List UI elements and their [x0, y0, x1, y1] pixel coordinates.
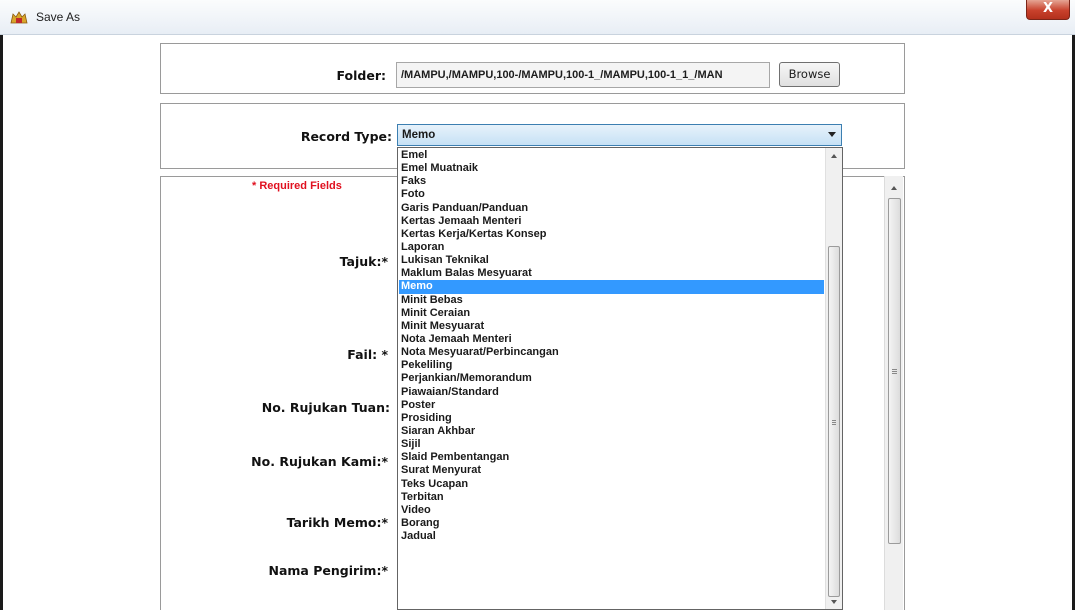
field-label-rujukan-kami: No. Rujukan Kami:*	[251, 454, 388, 469]
dropdown-option[interactable]: Surat Menyurat	[399, 464, 824, 477]
dropdown-option[interactable]: Piawaian/Standard	[399, 386, 824, 399]
dropdown-option[interactable]: Laporan	[399, 241, 824, 254]
dropdown-option[interactable]: Maklum Balas Mesyuarat	[399, 267, 824, 280]
dropdown-option[interactable]: Minit Ceraian	[399, 307, 824, 320]
dropdown-option[interactable]: Kertas Jemaah Menteri	[399, 215, 824, 228]
field-label-nama-pengirim: Nama Pengirim:*	[268, 563, 389, 578]
dropdown-option[interactable]: Borang	[399, 517, 824, 530]
record-type-label: Record Type:	[300, 129, 392, 144]
crest-icon	[10, 11, 28, 24]
field-label-fail: Fail: *	[347, 347, 388, 362]
required-fields-note: * Required Fields	[252, 180, 342, 192]
dropdown-list: Emel Emel Muatnaik Faks Foto Garis Panduan/P…	[399, 149, 824, 543]
scroll-up-icon[interactable]	[831, 154, 837, 158]
field-label-tajuk: Tajuk:*	[339, 254, 388, 269]
dropdown-option[interactable]: Nota Mesyuarat/Perbincangan	[399, 346, 824, 359]
window-title: Save As	[36, 10, 81, 24]
scrollbar-thumb[interactable]	[828, 246, 840, 597]
dropdown-option[interactable]: Nota Jemaah Menteri	[399, 333, 824, 346]
record-type-select[interactable]: Memo	[397, 124, 842, 146]
dropdown-option[interactable]: Faks	[399, 175, 824, 188]
record-type-dropdown[interactable]: Emel Emel Muatnaik Faks Foto Garis Panduan/P…	[397, 147, 843, 610]
form-scrollbar[interactable]	[884, 176, 903, 610]
dropdown-option[interactable]: Terbitan	[399, 491, 824, 504]
dropdown-option[interactable]: Memo	[399, 280, 824, 294]
dropdown-option[interactable]: Siaran Akhbar	[399, 425, 824, 438]
dropdown-option[interactable]: Lukisan Teknikal	[399, 254, 824, 267]
dropdown-option[interactable]: Pekeliling	[399, 359, 824, 372]
field-label-rujukan-tuan: No. Rujukan Tuan:	[261, 400, 390, 415]
dropdown-option[interactable]: Sijil	[399, 438, 824, 451]
dropdown-option[interactable]: Prosiding	[399, 412, 824, 425]
scrollbar-thumb[interactable]	[888, 198, 901, 544]
dropdown-option[interactable]: Emel	[399, 149, 824, 162]
dropdown-option[interactable]: Slaid Pembentangan	[399, 451, 824, 464]
dropdown-scrollbar[interactable]	[825, 148, 842, 609]
dropdown-option[interactable]: Poster	[399, 399, 824, 412]
dropdown-option[interactable]: Minit Bebas	[399, 294, 824, 307]
dropdown-option[interactable]: Minit Mesyuarat	[399, 320, 824, 333]
dropdown-option[interactable]: Perjankian/Memorandum	[399, 372, 824, 385]
field-label-tarikh-memo: Tarikh Memo:*	[286, 515, 388, 530]
title-bar[interactable]: Save As X	[0, 0, 1075, 35]
scroll-up-icon[interactable]	[891, 186, 897, 190]
folder-path-field[interactable]: /MAMPU,/MAMPU,100-/MAMPU,100-1_/MAMPU,10…	[396, 62, 770, 88]
dropdown-option[interactable]: Video	[399, 504, 824, 517]
record-type-value: Memo	[402, 129, 436, 141]
close-icon: X	[1042, 1, 1054, 16]
dropdown-option[interactable]: Jadual	[399, 530, 824, 543]
dropdown-option[interactable]: Emel Muatnaik	[399, 162, 824, 175]
browse-button[interactable]: Browse	[779, 62, 840, 87]
chevron-down-icon[interactable]	[828, 132, 836, 137]
dropdown-option[interactable]: Kertas Kerja/Kertas Konsep	[399, 228, 824, 241]
close-button[interactable]: X	[1026, 0, 1070, 20]
folder-label: Folder:	[336, 68, 387, 83]
dropdown-option[interactable]: Garis Panduan/Panduan	[399, 202, 824, 215]
dropdown-option[interactable]: Foto	[399, 188, 824, 201]
dropdown-option[interactable]: Teks Ucapan	[399, 478, 824, 491]
scroll-down-icon[interactable]	[831, 600, 837, 604]
